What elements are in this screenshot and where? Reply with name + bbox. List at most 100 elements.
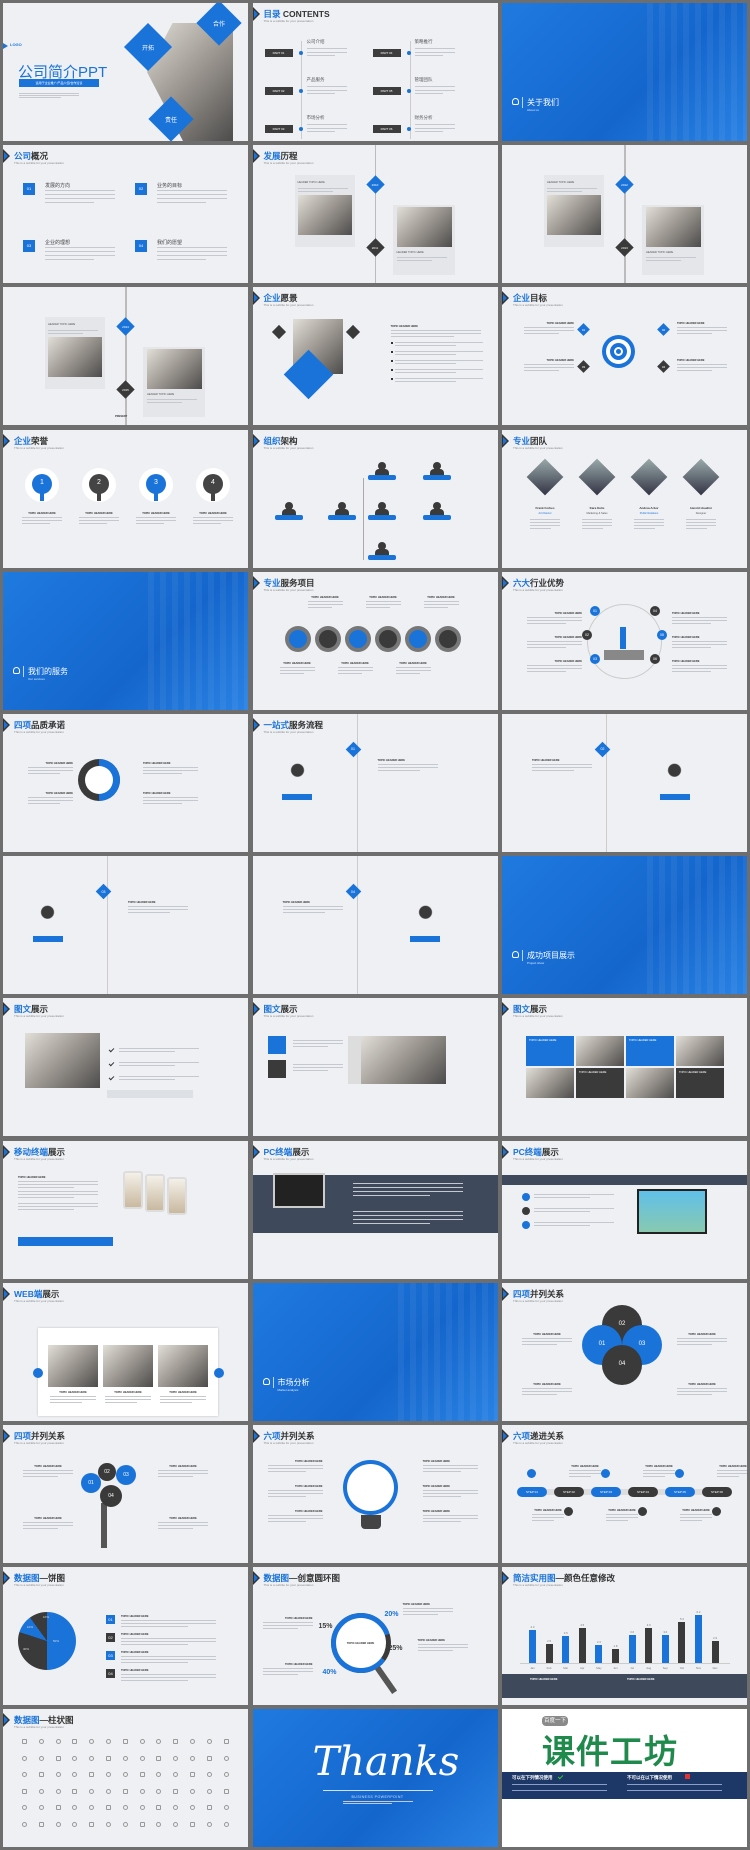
header-chevron-icon <box>3 1002 10 1017</box>
topic-header: TOPIC HEADER HERE <box>121 1669 149 1673</box>
header-chevron-icon <box>3 1144 10 1159</box>
text-line <box>394 354 457 356</box>
line-icon <box>122 1805 128 1811</box>
text-line <box>395 669 431 671</box>
rule-line <box>627 1784 722 1786</box>
slide-34[interactable]: 数据图—饼图 This is a subtitle for your presen… <box>3 1567 248 1706</box>
topic-header: TOPIC HEADER HERE <box>128 901 156 905</box>
timeline-end-label: PRESENT <box>115 415 128 419</box>
line-icon <box>139 1821 145 1827</box>
step-pill: STEP 05 <box>665 1487 695 1497</box>
step-icon <box>527 1469 536 1478</box>
timeline-line <box>624 145 626 284</box>
text-line <box>395 672 420 674</box>
line-icon <box>89 1788 95 1794</box>
phone-mockup <box>123 1170 143 1209</box>
topic-header: TOPIC HEADER HERE <box>295 1485 323 1488</box>
text-line <box>292 1040 343 1042</box>
slide-31[interactable]: 四项并列关系 This is a subtitle for your presen… <box>3 1425 248 1563</box>
member-role: Art Director <box>538 511 552 515</box>
icon-diamond <box>345 325 360 340</box>
slide-33[interactable]: 六项递进关系 This is a subtitle for your presen… <box>502 1425 747 1563</box>
slide-18[interactable]: 02 TOPIC HEADER HERE <box>502 714 747 852</box>
section-title: 市场分析 <box>272 1376 310 1388</box>
org-role-button[interactable] <box>367 514 396 520</box>
line-icon <box>38 1821 44 1827</box>
slide-11[interactable]: 组织架构 This is a subtitle for your presenta… <box>252 429 498 568</box>
wrench-icon <box>13 666 20 674</box>
prev-arrow-button[interactable] <box>33 1367 43 1378</box>
slide-13[interactable]: 我们的服务 Our services <box>3 571 248 710</box>
header-chevron-icon <box>252 1429 260 1443</box>
slide-5[interactable]: 发展历程 This is a subtitle for your presenta… <box>252 145 498 284</box>
slide-20[interactable]: 04 TOPIC HEADER HERE <box>252 856 498 995</box>
slide-12[interactable]: 专业团队 This is a subtitle for your presenta… <box>502 429 747 568</box>
slide-24[interactable]: 图文展示 This is a subtitle for your presenta… <box>502 998 747 1137</box>
text-line <box>119 1079 175 1081</box>
slide-7[interactable]: HEADER TOPIC HERE 2014 HEADER TOPIC HERE 20… <box>3 287 248 426</box>
slide-32[interactable]: 六项并列关系 This is a subtitle for your presen… <box>252 1425 498 1563</box>
service-icon <box>348 629 367 648</box>
text-line <box>402 1611 453 1613</box>
org-role-button[interactable] <box>422 514 451 520</box>
org-role-button[interactable] <box>274 514 303 520</box>
slide-2[interactable]: 目录 CONTENTS This is a subtitle for your p… <box>252 3 498 141</box>
slide-29[interactable]: 市场分析 Market analysis <box>252 1282 498 1421</box>
slide-17[interactable]: 一站式服务流程 This is a subtitle for your prese… <box>252 714 498 852</box>
legend-number: 03 <box>106 1651 115 1661</box>
text-line <box>267 1515 323 1516</box>
x-tick-label: Mar <box>563 1666 569 1671</box>
office-illustration <box>274 759 320 804</box>
topic-header: TOPIC HEADER HERE <box>679 1071 707 1075</box>
text-line <box>680 1517 712 1518</box>
photo <box>396 207 452 248</box>
slide-4[interactable]: 公司概况 This is a subtitle for your presenta… <box>3 145 248 284</box>
slide-subtitle: This is a subtitle for your presentation <box>513 1156 563 1161</box>
slide-19[interactable]: 03 TOPIC HEADER HERE <box>3 856 248 995</box>
slide-25[interactable]: 移动终端展示 This is a subtitle for your presen… <box>3 1140 248 1279</box>
org-role-button[interactable] <box>367 554 396 560</box>
process-line <box>356 856 358 995</box>
title-accent: PC终端 <box>513 1146 542 1157</box>
slide-15[interactable]: 六大行业优势 This is a subtitle for your presen… <box>502 571 747 710</box>
slide-14[interactable]: 专业服务项目 This is a subtitle for your presen… <box>252 571 498 710</box>
service-icon <box>318 629 337 648</box>
slide-9[interactable]: 企业目标 This is a subtitle for your presenta… <box>502 287 747 426</box>
bar-Mar <box>562 1636 570 1664</box>
slide-30[interactable]: 四项并列关系 This is a subtitle for your presen… <box>502 1282 747 1421</box>
topic-header: TOPIC HEADER HERE <box>295 1460 323 1463</box>
slide-37[interactable]: 数据图—柱状图 This is a subtitle for your prese… <box>3 1709 248 1848</box>
topic-header: TOPIC HEADER HERE <box>45 792 73 795</box>
next-arrow-button[interactable] <box>214 1367 224 1378</box>
title-rest: —颜色任意修改 <box>555 1573 616 1584</box>
slide-10[interactable]: 企业荣誉 This is a subtitle for your presenta… <box>3 429 248 568</box>
slide-21[interactable]: 成功项目展示 Project show <box>502 856 747 995</box>
org-role-button[interactable] <box>327 514 356 520</box>
org-role-button[interactable] <box>367 474 396 480</box>
member-name: Frank Forbes <box>535 505 555 510</box>
slide-22[interactable]: 图文展示 This is a subtitle for your presenta… <box>3 998 248 1137</box>
text-line <box>582 521 612 523</box>
slide-35[interactable]: 数据图—创意圆环图 This is a subtitle for your pre… <box>252 1567 498 1706</box>
line-icon <box>190 1772 195 1778</box>
slide-3[interactable]: 关于我们 About us <box>502 3 747 141</box>
slide-26[interactable]: PC终端展示 This is a subtitle for your presen… <box>252 1140 498 1279</box>
slide-8[interactable]: 企业愿景 This is a subtitle for your presenta… <box>252 287 498 426</box>
slide-28[interactable]: WEB端展示 This is a subtitle for your presen… <box>3 1282 248 1421</box>
title-accent: 简洁实用图 <box>513 1573 556 1584</box>
slide-38[interactable]: Thanks BUSINESS POWERPOINT <box>252 1709 498 1848</box>
bar-value-label: 4.3 <box>530 1625 535 1630</box>
text-line <box>18 1205 98 1207</box>
slide-6[interactable]: HEADER TOPIC HERE 2012 HEADER TOPIC HERE 20… <box>502 145 747 284</box>
slide-27[interactable]: PC终端展示 This is a subtitle for your presen… <box>502 1140 747 1279</box>
slide-23[interactable]: 图文展示 This is a subtitle for your presenta… <box>252 998 498 1137</box>
slide-1[interactable]: LOGO 公司简介PPT 适用于企业推广/产品介绍/合作洽谈 开拓 合作 责任 <box>3 3 248 141</box>
feature-icon <box>522 1220 530 1229</box>
team-photo <box>630 458 668 495</box>
slide-36[interactable]: 简洁实用图—颜色任意修改 This is a subtitle for your … <box>502 1567 747 1706</box>
slide-39[interactable]: 百度一下 课件工坊 可以在下列情况使用 不可以在以下情况使用 <box>502 1709 747 1848</box>
slide-16[interactable]: 四项品质承诺 This is a subtitle for your presen… <box>3 714 248 852</box>
org-role-button[interactable] <box>422 474 451 480</box>
text-line <box>79 516 119 518</box>
magnifier-handle <box>374 1666 397 1695</box>
